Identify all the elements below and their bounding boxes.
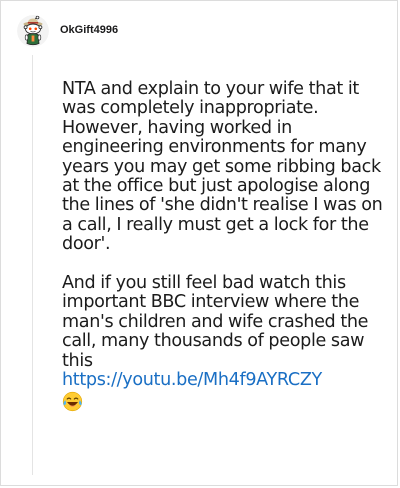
username-link[interactable]: OkGift4996 bbox=[60, 24, 118, 36]
snoo-avatar-icon[interactable] bbox=[17, 15, 49, 47]
laughing-with-tears-emoji-icon bbox=[62, 391, 83, 412]
comment-paragraph-1: NTA and explain to your wife that it was… bbox=[62, 79, 383, 255]
comment-header: OkGift4996 bbox=[17, 15, 118, 47]
comment-body: NTA and explain to your wife that it was… bbox=[62, 79, 390, 412]
comment-card: OkGift4996 NTA and explain to your wife … bbox=[0, 0, 398, 486]
youtube-link[interactable]: https://youtu.be/Mh4f9AYRCZY bbox=[62, 370, 322, 390]
thread-collapse-line[interactable] bbox=[32, 55, 33, 475]
comment-paragraph-2-text: And if you still feel bad watch this imp… bbox=[62, 273, 369, 371]
comment-paragraph-2: And if you still feel bad watch this imp… bbox=[62, 273, 390, 390]
